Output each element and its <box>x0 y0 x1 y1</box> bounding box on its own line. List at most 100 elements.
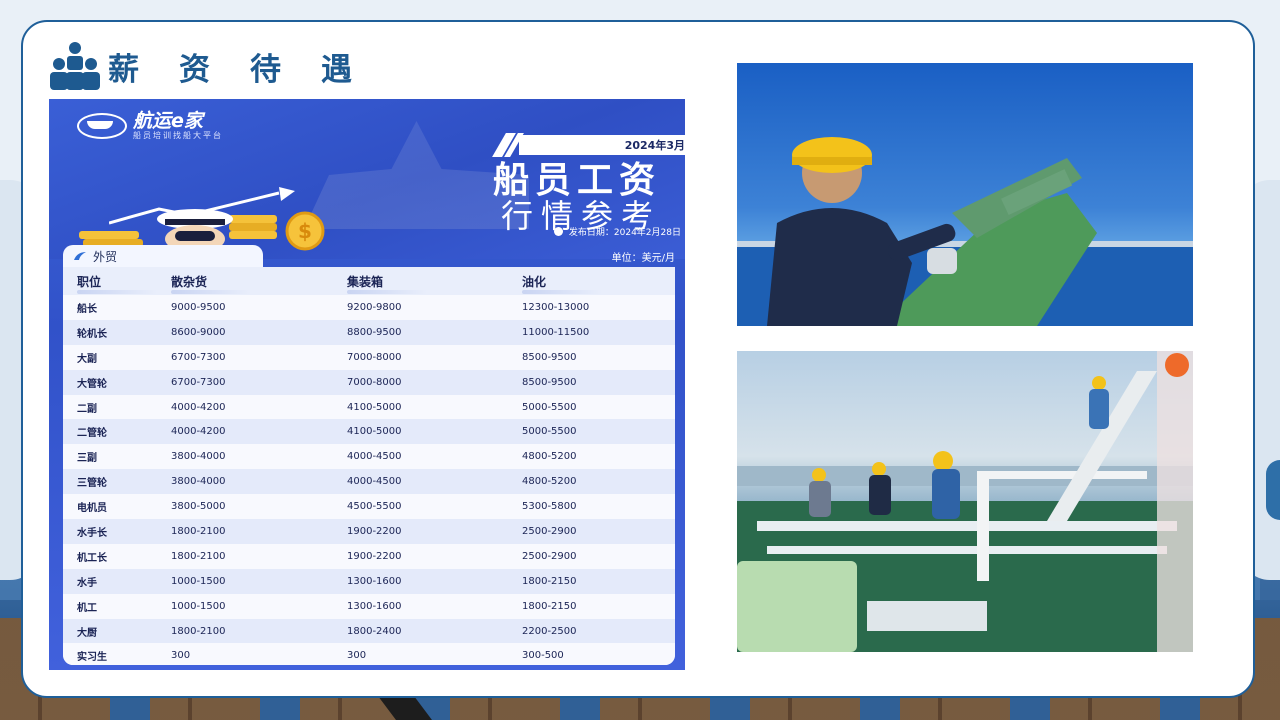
salary-cell: 4800-5200 <box>522 451 577 463</box>
salary-cell: 9000-9500 <box>171 301 226 313</box>
salary-cell: 5000-5500 <box>522 401 577 413</box>
unit-label: 单位：美元/月 <box>611 253 675 264</box>
salary-cell: 11000-11500 <box>522 326 590 338</box>
salary-cell: 2500-2900 <box>522 550 577 562</box>
salary-cell: 7000-8000 <box>347 351 402 363</box>
position-cell: 电机员 <box>77 503 107 515</box>
table-row: 实习生 300 300 300-500 <box>63 643 675 665</box>
table-row: 轮机长 8600-9000 8800-9500 11000-11500 <box>63 319 675 345</box>
photo-crew-deck-cleaning <box>737 351 1193 652</box>
position-cell: 轮机长 <box>77 328 107 340</box>
table-header: 职位 散杂货 集装箱 油化 <box>63 267 675 295</box>
logo-name: 航运e家 <box>133 110 203 132</box>
position-cell: 水手 <box>77 577 97 589</box>
salary-cell: 5300-5800 <box>522 501 577 513</box>
salary-cell: 6700-7300 <box>171 376 226 388</box>
salary-cell: 1800-2150 <box>522 600 577 612</box>
salary-cell: 1300-1600 <box>347 575 402 587</box>
salary-cell: 6700-7300 <box>171 351 226 363</box>
salary-cell: 5000-5500 <box>522 426 577 438</box>
salary-cell: 3800-4000 <box>171 476 226 488</box>
salary-cell: 4500-5500 <box>347 501 402 513</box>
tab-label: 外贸 <box>93 249 118 264</box>
salary-cell: 8500-9500 <box>522 376 577 388</box>
salary-cell: 1000-1500 <box>171 575 226 587</box>
salary-cell: 1900-2200 <box>347 550 402 562</box>
table-body: 船长 9000-9500 9200-9800 12300-13000 轮机长 8600-9… <box>63 295 675 665</box>
photo-crew-working-bow <box>737 63 1193 326</box>
salary-cell: 1800-2100 <box>171 525 226 537</box>
salary-cell: 12300-13000 <box>522 301 590 313</box>
table-row: 电机员 3800-5000 4500-5500 5300-5800 <box>63 494 675 520</box>
clock-icon <box>553 227 563 236</box>
publish-date-text: 发布日期：2024年2月28日 <box>568 228 681 238</box>
salary-poster: 航运e家 船员培训找船大平台 2024年3月 船员工资 行情参考 发布日期：20… <box>49 99 685 670</box>
salary-cell: 4000-4200 <box>171 401 226 413</box>
position-cell: 水手长 <box>77 527 107 539</box>
salary-cell: 1800-2100 <box>171 550 226 562</box>
table-row: 三副 3800-4000 4000-4500 4800-5200 <box>63 444 675 470</box>
salary-cell: 8500-9500 <box>522 351 577 363</box>
salary-cell: 8800-9500 <box>347 326 402 338</box>
salary-cell: 1000-1500 <box>171 600 226 612</box>
background-right-dot <box>1266 460 1280 520</box>
table-row: 机工长 1800-2100 1900-2200 2500-2900 <box>63 543 675 569</box>
table-row: 机工 1000-1500 1300-1600 1800-2150 <box>63 593 675 619</box>
poster-logo: 航运e家 船员培训找船大平台 <box>77 111 223 141</box>
table-row: 大副 6700-7300 7000-8000 8500-9500 <box>63 344 675 370</box>
ship-logo-icon <box>77 113 127 139</box>
page-title: 薪资待遇 <box>108 51 392 88</box>
salary-cell: 8600-9000 <box>171 326 226 338</box>
salary-cell: 1800-2100 <box>171 625 226 637</box>
table-row: 大厨 1800-2100 1800-2400 2200-2500 <box>63 618 675 644</box>
salary-cell: 2500-2900 <box>522 525 577 537</box>
salary-cell: 4100-5000 <box>347 426 402 438</box>
column-header: 散杂货 <box>171 273 347 294</box>
position-cell: 机工 <box>77 602 97 614</box>
salary-cell: 3800-5000 <box>171 501 226 513</box>
table-row: 二管轮 4000-4200 4100-5000 5000-5500 <box>63 419 675 445</box>
slide-header: 薪资待遇 <box>48 40 392 92</box>
salary-cell: 3800-4000 <box>171 451 226 463</box>
logo-subtitle: 船员培训找船大平台 <box>133 131 223 140</box>
table-row: 船长 9000-9500 9200-9800 12300-13000 <box>63 295 675 320</box>
salary-cell: 7000-8000 <box>347 376 402 388</box>
position-cell: 实习生 <box>77 652 107 664</box>
position-cell: 大厨 <box>77 627 97 639</box>
position-cell: 三管轮 <box>77 478 107 490</box>
column-header: 职位 <box>77 273 171 294</box>
captain-mascot-icon <box>157 209 233 247</box>
photo-crew-deck-cleaning-image <box>737 351 1193 652</box>
svg-text:$: $ <box>298 219 312 243</box>
photo-crew-working-bow-image <box>737 137 1193 326</box>
salary-cell: 9200-9800 <box>347 301 402 313</box>
position-cell: 机工长 <box>77 552 107 564</box>
salary-cell: 1300-1600 <box>347 600 402 612</box>
position-cell: 大管轮 <box>77 378 107 390</box>
table-row: 二副 4000-4200 4100-5000 5000-5500 <box>63 394 675 420</box>
salary-cell: 4100-5000 <box>347 401 402 413</box>
table-row: 大管轮 6700-7300 7000-8000 8500-9500 <box>63 369 675 395</box>
salary-cell: 300 <box>171 650 191 662</box>
salary-cell: 300 <box>347 650 367 662</box>
wave-logo-icon <box>74 252 86 260</box>
salary-cell: 1800-2400 <box>347 625 402 637</box>
salary-cell: 4000-4500 <box>347 451 402 463</box>
people-group-icon <box>50 42 100 90</box>
salary-cell: 4000-4200 <box>171 426 226 438</box>
salary-cell: 1800-2150 <box>522 575 577 587</box>
table-row: 水手长 1800-2100 1900-2200 2500-2900 <box>63 519 675 544</box>
position-cell: 二管轮 <box>77 428 107 440</box>
position-cell: 三副 <box>77 453 97 465</box>
tab-foreign-trade[interactable]: 外贸 <box>63 245 263 267</box>
table-row: 水手 1000-1500 1300-1600 1800-2150 <box>63 568 675 594</box>
position-cell: 二副 <box>77 403 97 415</box>
publish-date: 发布日期：2024年2月28日 <box>553 225 681 238</box>
position-cell: 大副 <box>77 353 97 365</box>
position-cell: 船长 <box>77 303 97 315</box>
salary-cell: 4800-5200 <box>522 476 577 488</box>
salary-table: 职位 散杂货 集装箱 油化 船长 9000-9500 9200-9800 12300-… <box>63 267 675 665</box>
salary-cell: 300-500 <box>522 650 564 662</box>
column-header: 油化 <box>522 273 675 294</box>
salary-cell: 1900-2200 <box>347 525 402 537</box>
